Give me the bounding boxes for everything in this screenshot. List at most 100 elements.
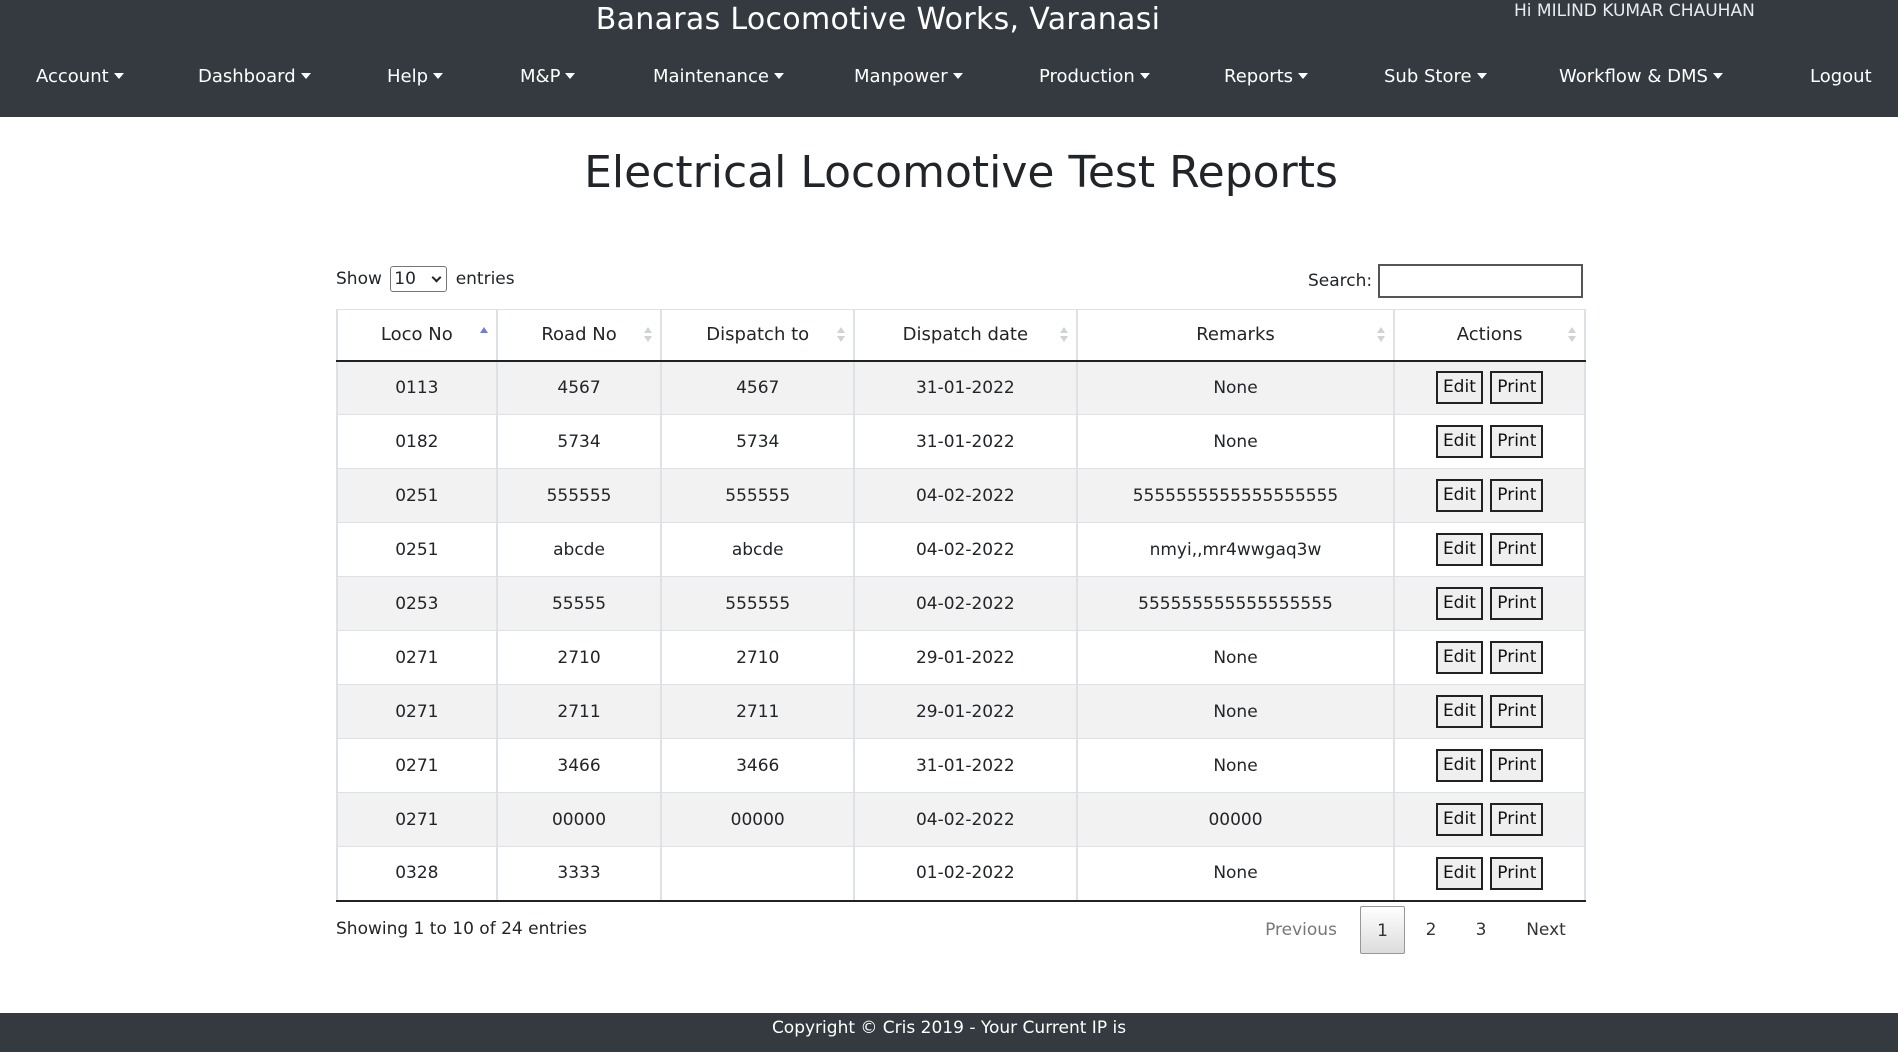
page-button-1[interactable]: 1 — [1360, 906, 1405, 954]
dispatch-date-cell: 04-02-2022 — [853, 522, 1078, 577]
column-header-road-no[interactable]: Road No — [495, 309, 663, 362]
actions-cell: Edit Print — [1393, 630, 1586, 685]
sort-icon — [644, 327, 653, 343]
edit-button[interactable]: Edit — [1435, 371, 1483, 405]
edit-button[interactable]: Edit — [1435, 856, 1483, 890]
actions-cell: Edit Print — [1393, 360, 1586, 415]
table-header-row: Loco No Road No Dispatch to Dispatch dat… — [336, 309, 1586, 362]
print-button[interactable]: Print — [1490, 695, 1544, 728]
caret-down-icon — [1712, 73, 1723, 79]
print-button[interactable]: Print — [1490, 371, 1544, 405]
print-button[interactable]: Print — [1490, 533, 1544, 566]
road-no-cell: 3333 — [495, 846, 663, 902]
loco-no-cell: 0271 — [336, 792, 498, 847]
edit-button[interactable]: Edit — [1435, 533, 1483, 566]
previous-page-button[interactable]: Previous — [1250, 906, 1352, 954]
actions-cell: Edit Print — [1393, 576, 1586, 631]
nav-label: Production — [1039, 66, 1135, 87]
print-button[interactable]: Print — [1490, 479, 1544, 512]
logout-link[interactable]: Logout — [1810, 60, 1872, 94]
next-page-button[interactable]: Next — [1510, 906, 1582, 954]
actions-cell: Edit Print — [1393, 684, 1586, 739]
print-button[interactable]: Print — [1490, 425, 1544, 458]
column-header-remarks[interactable]: Remarks — [1075, 309, 1396, 362]
nav-manpower[interactable]: Manpower — [854, 60, 963, 94]
nav-dashboard[interactable]: Dashboard — [198, 60, 311, 94]
nav-sub-store[interactable]: Sub Store — [1384, 60, 1487, 94]
nav-label: Dashboard — [198, 66, 296, 87]
table-search: Search: — [1308, 264, 1584, 298]
page-button-3[interactable]: 3 — [1460, 906, 1502, 954]
dispatch-date-cell: 29-01-2022 — [853, 684, 1078, 739]
remarks-cell: 555555555555555555 — [1075, 576, 1396, 631]
edit-button[interactable]: Edit — [1435, 641, 1483, 674]
road-no-cell: 00000 — [495, 792, 663, 847]
print-button[interactable]: Print — [1490, 641, 1544, 674]
loco-no-cell: 0271 — [336, 738, 498, 793]
sort-ascending-icon — [479, 327, 488, 343]
print-button[interactable]: Print — [1490, 803, 1544, 836]
dispatch-date-cell: 29-01-2022 — [853, 630, 1078, 685]
edit-button[interactable]: Edit — [1435, 479, 1483, 512]
print-button[interactable]: Print — [1490, 749, 1544, 782]
top-navbar: Banaras Locomotive Works, Varanasi Hi MI… — [0, 0, 1898, 117]
column-label: Loco No — [380, 324, 453, 346]
test-reports-table: Loco No Road No Dispatch to Dispatch dat… — [336, 309, 1586, 902]
nav-reports[interactable]: Reports — [1224, 60, 1309, 94]
dispatch-date-cell: 31-01-2022 — [853, 360, 1078, 415]
column-label: Actions — [1456, 324, 1523, 346]
dispatch-to-cell: 5734 — [660, 414, 856, 469]
search-input[interactable] — [1378, 264, 1584, 298]
edit-button[interactable]: Edit — [1435, 749, 1483, 782]
remarks-cell: None — [1075, 630, 1396, 685]
remarks-cell: None — [1075, 846, 1396, 902]
nav-help[interactable]: Help — [387, 60, 444, 94]
column-label: Dispatch date — [902, 324, 1029, 346]
nav-workflow-dms[interactable]: Workflow & DMS — [1559, 60, 1723, 94]
page-length-select[interactable]: 10 — [390, 266, 448, 292]
chevron-down-icon — [431, 272, 442, 283]
caret-down-icon — [113, 73, 124, 79]
nav-label: Reports — [1224, 66, 1294, 87]
column-header-dispatch-to[interactable]: Dispatch to — [660, 309, 856, 362]
dispatch-to-cell: 2711 — [660, 684, 856, 739]
loco-no-cell: 0251 — [336, 522, 498, 577]
road-no-cell: 2710 — [495, 630, 663, 685]
column-label: Road No — [541, 324, 617, 346]
actions-cell: Edit Print — [1393, 414, 1586, 469]
edit-button[interactable]: Edit — [1435, 425, 1483, 458]
column-header-dispatch-date[interactable]: Dispatch date — [853, 309, 1078, 362]
column-header-actions[interactable]: Actions — [1393, 309, 1586, 362]
loco-no-cell: 0328 — [336, 846, 498, 902]
table-row: 0271 00000 00000 04-02-2022 00000 Edit Print — [336, 792, 1586, 847]
loco-no-cell: 0251 — [336, 468, 498, 523]
dispatch-to-cell: 4567 — [660, 360, 856, 415]
nav-production[interactable]: Production — [1039, 60, 1150, 94]
caret-down-icon — [433, 73, 444, 79]
copyright-text: Copyright © Cris 2019 - Your Current IP … — [771, 1018, 1127, 1038]
table-row: 0271 3466 3466 31-01-2022 None Edit Print — [336, 738, 1586, 793]
edit-button[interactable]: Edit — [1435, 803, 1483, 836]
column-header-loco-no[interactable]: Loco No — [336, 309, 498, 362]
caret-down-icon — [1139, 73, 1150, 79]
loco-no-cell: 0113 — [336, 360, 498, 415]
remarks-cell: None — [1075, 684, 1396, 739]
page-button-2[interactable]: 2 — [1410, 906, 1452, 954]
loco-no-cell: 0271 — [336, 630, 498, 685]
column-label: Remarks — [1196, 324, 1275, 346]
road-no-cell: 555555 — [495, 468, 663, 523]
road-no-cell: 4567 — [495, 360, 663, 415]
nav-account[interactable]: Account — [36, 60, 124, 94]
loco-no-cell: 0271 — [336, 684, 498, 739]
nav-mp[interactable]: M&P — [520, 60, 576, 94]
print-button[interactable]: Print — [1490, 587, 1544, 620]
edit-button[interactable]: Edit — [1435, 587, 1483, 620]
edit-button[interactable]: Edit — [1435, 695, 1483, 728]
nav-maintenance[interactable]: Maintenance — [653, 60, 784, 94]
road-no-cell: 3466 — [495, 738, 663, 793]
actions-cell: Edit Print — [1393, 792, 1586, 847]
road-no-cell: abcde — [495, 522, 663, 577]
dispatch-date-cell: 31-01-2022 — [853, 738, 1078, 793]
print-button[interactable]: Print — [1490, 856, 1544, 890]
table-row: 0253 55555 555555 04-02-2022 555555555555555… — [336, 576, 1586, 631]
